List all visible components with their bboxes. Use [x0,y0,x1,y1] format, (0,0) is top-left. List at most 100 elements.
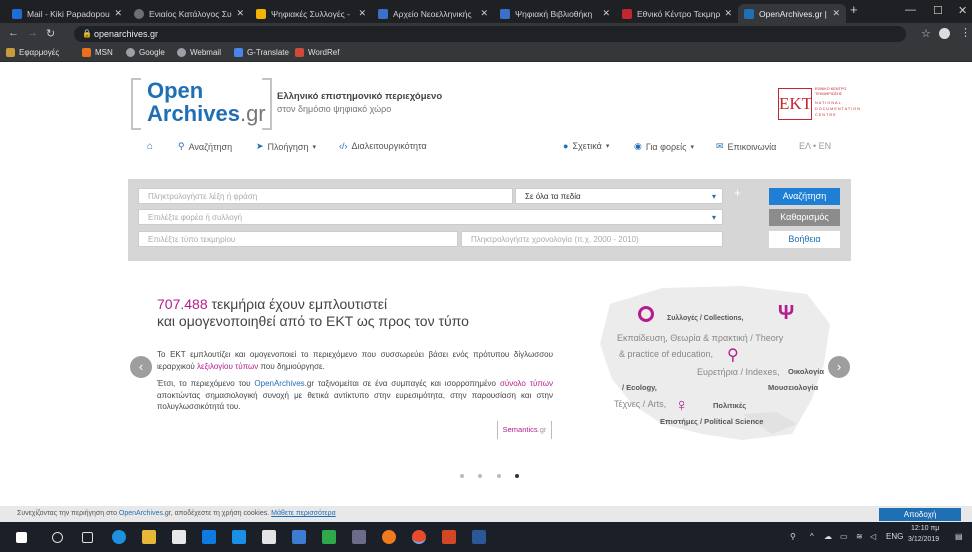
language-switch[interactable]: ΕΛ • EN [799,141,831,151]
folder-icon [256,8,266,19]
ekt-logo[interactable]: EKT ΕΘΝΙΚΟ ΚΕΝΤΡΟ ΤΕΚΜΗΡΙΩΣΗΣ NATIONAL D… [778,86,860,122]
clear-button[interactable]: Καθαρισμός [769,209,840,226]
keyword-input[interactable]: Πληκτρολογήστε λέξη ή φράση [138,188,513,204]
tab-mail[interactable]: Mail - Kiki Papadopoul ✕ [6,4,128,23]
learn-more-link[interactable]: Μάθετε περισσότερα [271,510,336,517]
chevron-down-icon: ▾ [312,143,317,151]
wifi-icon[interactable]: ≋ [856,532,863,541]
tab-ekt[interactable]: Εθνικό Κέντρο Τεκμηρ ✕ [616,4,738,23]
bookmark-wordref[interactable]: WordRef [295,48,339,57]
provider-select[interactable]: Επιλέξτε φορέα ή συλλογή ▾ [138,209,723,225]
slider-prev-button[interactable]: ‹ [130,356,152,378]
input-language[interactable]: ENG [886,532,903,541]
type-select[interactable]: Επιλέξτε τύπο τεκμηρίου [138,231,458,247]
menu-icon[interactable]: ⋮ [960,26,971,39]
minimize-button[interactable]: — [905,4,916,16]
info-icon: ● [563,141,569,151]
translate-icon [234,48,243,57]
chrome-icon[interactable] [412,530,426,544]
nav-contact[interactable]: ✉ Επικοινωνία [716,141,776,152]
battery-icon[interactable]: ▭ [840,532,848,541]
cookie-openarchives-link[interactable]: OpenArchives [119,510,163,517]
firefox-icon[interactable] [382,530,396,544]
task-view-icon[interactable] [82,532,93,543]
close-icon[interactable]: ✕ [724,8,732,19]
logo-open[interactable]: Open [147,80,203,102]
tab-archive[interactable]: Αρχείο Νεοελληνικής ✕ [372,4,494,23]
close-icon[interactable]: ✕ [832,8,840,19]
people-tray-icon[interactable]: ⚲ [790,532,796,541]
close-icon[interactable]: ✕ [480,8,488,19]
volume-icon[interactable]: ◁ [870,532,876,541]
field-select[interactable]: Σε όλα τα πεδία ▾ [515,188,723,204]
search-icon[interactable] [52,532,63,543]
new-tab-button[interactable]: + [850,2,858,17]
tab-catalog[interactable]: Ενιαίος Κατάλογος Συ ✕ [128,4,250,23]
bookmark-apps[interactable]: Εφαρμογές [6,48,59,57]
openarchives-link[interactable]: OpenArchives [254,379,304,388]
clock-date[interactable]: 3/12/2019 [908,536,939,543]
address-bar[interactable]: 🔒 openarchives.gr [74,26,906,42]
chevron-up-icon[interactable]: ^ [810,532,814,541]
close-window-button[interactable]: ✕ [958,4,967,17]
people-icon[interactable] [292,530,306,544]
app-icon[interactable] [232,530,246,544]
close-icon[interactable]: ✕ [114,8,122,19]
amazon-icon[interactable] [172,530,186,544]
logo-archives[interactable]: Archives.gr [147,102,266,126]
slider-next-button[interactable]: › [828,356,850,378]
slogan-line2: στον δημόσιο ψηφιακό χώρο [277,104,392,114]
close-icon[interactable]: ✕ [358,8,366,19]
slider-dot-active[interactable] [515,474,519,478]
apps-icon [6,48,15,57]
powerpoint-icon[interactable] [442,530,456,544]
clock-time[interactable]: 12:10 πμ [911,525,939,532]
windows-start-icon[interactable] [16,532,27,543]
bookmark-webmail[interactable]: Webmail [177,48,221,57]
cloud-icon[interactable]: ☁ [824,532,832,541]
tab-digital-collections[interactable]: Ψηφιακές Συλλογές - ✕ [250,4,372,23]
home-icon[interactable]: ⌂ [147,141,157,152]
help-button[interactable]: Βοήθεια [769,231,840,248]
tab-openarchives[interactable]: OpenArchives.gr | Ο ✕ [738,4,846,23]
nav-about[interactable]: ● Σχετικά ▾ [563,141,609,151]
star-icon[interactable]: ☆ [921,27,931,40]
navigation-arrow-icon: ➤ [256,141,264,151]
app-icon[interactable] [352,530,366,544]
nav-browse[interactable]: ➤ Πλοήγηση ▾ [256,141,316,152]
bookmark-google[interactable]: Google [126,48,165,57]
store-icon[interactable] [142,530,156,544]
year-input[interactable]: Πληκτρολογήστε χρονολογία (π.χ. 2000 - 2… [461,231,723,247]
close-icon[interactable]: ✕ [236,8,244,19]
hero-headline-line2: και ομογενοποιηθεί από το ΕΚΤ ως προς το… [157,313,469,329]
reload-icon[interactable]: ↻ [46,27,55,40]
nav-interoperability[interactable]: ‹/› Διαλειτουργικότητα [339,141,427,151]
maximize-button[interactable]: ☐ [933,4,943,17]
profile-icon[interactable] [939,28,950,39]
photos-icon[interactable] [322,530,336,544]
search-button[interactable]: Αναζήτηση [769,188,840,205]
bookmark-msn[interactable]: MSN [82,48,113,57]
accept-cookies-button[interactable]: Αποδοχή [879,508,961,521]
type-set-link[interactable]: σύνολο τύπων [500,379,553,388]
bookmark-gtranslate[interactable]: G-Translate [234,48,289,57]
nav-search[interactable]: ⚲ Αναζήτηση [178,141,232,152]
nav-providers[interactable]: ◉ Για φορείς ▾ [634,141,694,152]
slider-dot[interactable] [460,474,464,478]
slider-dot[interactable] [478,474,482,478]
edge-icon[interactable] [112,530,126,544]
word-icon[interactable] [472,530,486,544]
forward-icon[interactable]: → [27,27,38,39]
type-vocabulary-link[interactable]: λεξιλογίου τύπων [197,362,258,371]
back-icon[interactable]: ← [8,27,19,39]
notifications-icon[interactable]: ▤ [955,532,963,541]
lock-icon: 🔒 [82,29,92,38]
mail-icon[interactable] [262,530,276,544]
add-field-icon[interactable]: + [734,186,741,200]
close-icon[interactable]: ✕ [602,8,610,19]
tab-digital-library[interactable]: Ψηφιακή Βιβλιοθήκη ✕ [494,4,616,23]
semantics-logo[interactable]: Semantics.gr [497,421,552,439]
dropbox-icon[interactable] [202,530,216,544]
globe-icon [126,48,135,57]
slider-dot[interactable] [497,474,501,478]
